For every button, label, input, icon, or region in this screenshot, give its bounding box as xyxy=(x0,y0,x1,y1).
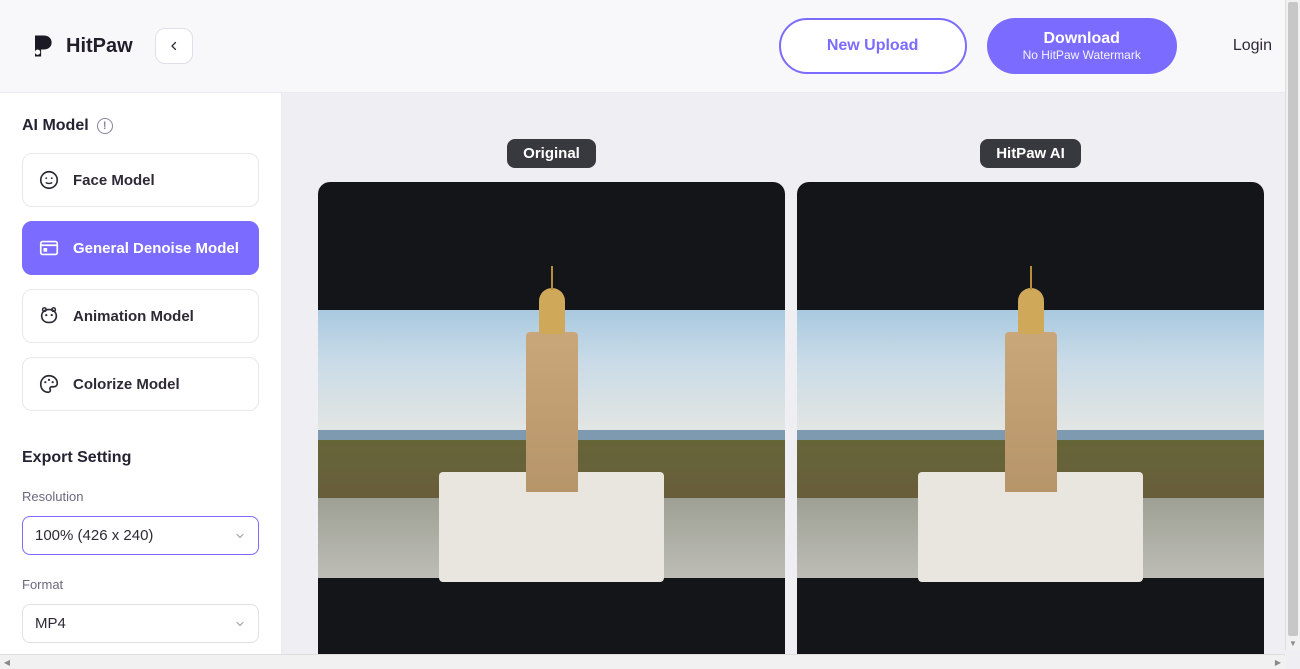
format-label: Format xyxy=(22,577,259,592)
face-model-icon xyxy=(37,168,61,192)
brand-logo-icon xyxy=(28,32,56,60)
chevron-down-icon xyxy=(234,618,246,630)
original-badge: Original xyxy=(507,139,596,168)
resolution-select[interactable]: 100% (426 x 240) xyxy=(22,516,259,555)
model-item-face[interactable]: Face Model xyxy=(22,153,259,207)
vertical-scrollbar[interactable]: ▼ xyxy=(1285,0,1300,650)
header: HitPaw New Upload Download No HitPaw Wat… xyxy=(0,0,1300,93)
animation-model-icon xyxy=(37,304,61,328)
download-sublabel: No HitPaw Watermark xyxy=(1023,49,1141,62)
model-item-label: Animation Model xyxy=(73,308,194,325)
download-label: Download xyxy=(1044,30,1120,48)
main-comparison-area: Original HitPaw AI xyxy=(282,93,1300,669)
new-upload-button[interactable]: New Upload xyxy=(779,18,967,74)
login-label: Login xyxy=(1233,37,1272,54)
export-section-title: Export Setting xyxy=(22,449,259,467)
format-select[interactable]: MP4 xyxy=(22,604,259,643)
resolution-label: Resolution xyxy=(22,489,259,504)
brand: HitPaw xyxy=(28,32,133,60)
denoise-model-icon xyxy=(37,236,61,260)
resolution-value: 100% (426 x 240) xyxy=(35,527,153,544)
model-item-label: Face Model xyxy=(73,172,155,189)
ai-model-section-title: AI Model ! xyxy=(22,117,259,135)
model-list: Face Model General Denoise Model Animati… xyxy=(22,153,259,411)
scroll-down-arrow[interactable]: ▼ xyxy=(1286,636,1300,650)
ai-video-panel[interactable] xyxy=(797,182,1264,669)
original-column: Original xyxy=(318,139,785,669)
ai-model-title-text: AI Model xyxy=(22,117,89,135)
sidebar: AI Model ! Face Model General Denoise Mo… xyxy=(0,93,282,669)
model-item-label: Colorize Model xyxy=(73,376,180,393)
format-value: MP4 xyxy=(35,615,66,632)
colorize-model-icon xyxy=(37,372,61,396)
info-icon[interactable]: ! xyxy=(97,118,113,134)
ai-badge: HitPaw AI xyxy=(980,139,1081,168)
ai-column: HitPaw AI xyxy=(797,139,1264,669)
scroll-left-arrow[interactable]: ◀ xyxy=(0,655,14,669)
login-link[interactable]: Login xyxy=(1233,37,1272,55)
new-upload-label: New Upload xyxy=(827,37,919,55)
download-button[interactable]: Download No HitPaw Watermark xyxy=(987,18,1177,74)
back-button[interactable] xyxy=(155,28,193,64)
original-video-panel[interactable] xyxy=(318,182,785,669)
chevron-left-icon xyxy=(168,40,180,52)
horizontal-scrollbar[interactable]: ◀ ▶ xyxy=(0,654,1285,669)
model-item-colorize[interactable]: Colorize Model xyxy=(22,357,259,411)
export-title-text: Export Setting xyxy=(22,449,131,467)
scroll-right-arrow[interactable]: ▶ xyxy=(1271,655,1285,669)
model-item-denoise[interactable]: General Denoise Model xyxy=(22,221,259,275)
chevron-down-icon xyxy=(234,530,246,542)
model-item-label: General Denoise Model xyxy=(73,240,239,257)
vertical-scrollbar-thumb[interactable] xyxy=(1288,2,1298,636)
brand-name: HitPaw xyxy=(66,35,133,58)
model-item-animation[interactable]: Animation Model xyxy=(22,289,259,343)
